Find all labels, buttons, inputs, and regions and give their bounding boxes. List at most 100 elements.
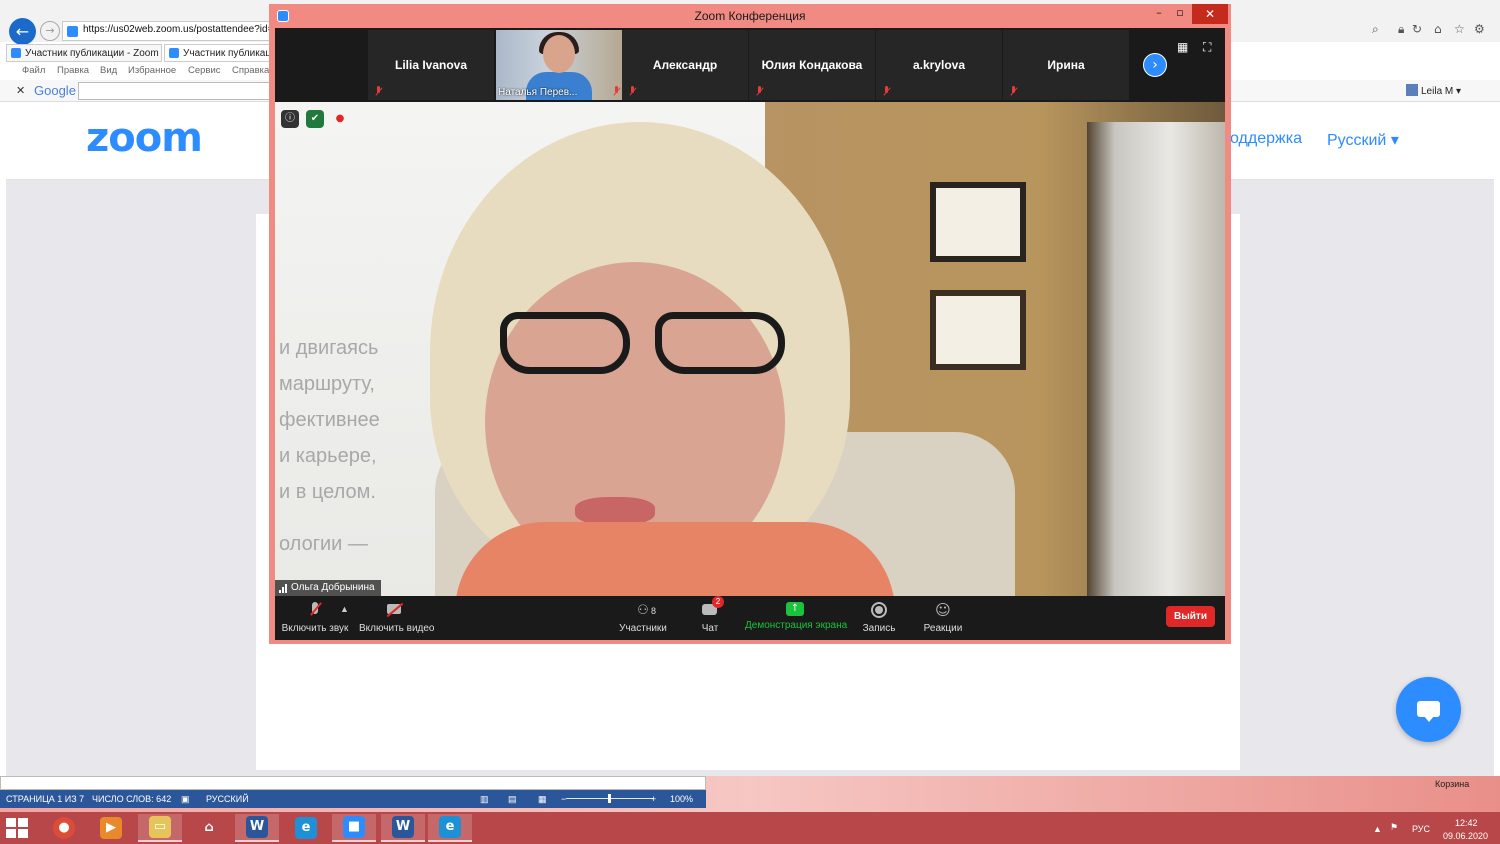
shield-icon[interactable]: ✔	[306, 110, 324, 128]
gear-icon[interactable]: ⚙	[1474, 22, 1485, 36]
muted-mic-icon	[628, 86, 637, 97]
wall-text-line: маршруту,	[279, 373, 375, 395]
user-name: Leila M	[1421, 86, 1454, 97]
zoom-logo[interactable]: zoom	[86, 115, 203, 161]
menu-edit[interactable]: Правка	[57, 65, 89, 76]
record-button[interactable]: Запись	[861, 600, 897, 638]
refresh-icon[interactable]: ↻	[1412, 22, 1422, 36]
recording-icon[interactable]: ●	[331, 110, 349, 128]
participants-count: 8	[651, 606, 657, 616]
print-layout-icon[interactable]: ▤	[508, 794, 517, 805]
participant-name: Ирина	[1047, 58, 1085, 72]
participants-button[interactable]: ⚇ 8 Участники	[617, 600, 669, 638]
language-indicator[interactable]: РУССКИЙ	[206, 794, 249, 804]
share-screen-icon: ↑	[786, 602, 804, 616]
menu-favorites[interactable]: Избранное	[128, 65, 176, 76]
word-taskbar-icon[interactable]: W	[235, 814, 279, 842]
unmute-button[interactable]: Включить звук	[281, 600, 349, 638]
menu-file[interactable]: Файл	[22, 65, 45, 76]
chrome-taskbar-icon[interactable]: ●	[42, 814, 86, 842]
search-icon[interactable]: ⌕	[1372, 22, 1379, 37]
web-layout-icon[interactable]: ▦	[538, 794, 547, 805]
windows-start-icon[interactable]	[6, 818, 30, 838]
recycle-bin-label[interactable]: Корзина	[1435, 779, 1469, 789]
home-taskbar-icon[interactable]: ⌂	[187, 814, 231, 842]
fullscreen-icon[interactable]: ⛶	[1203, 40, 1217, 54]
input-language[interactable]: РУС	[1412, 824, 1430, 834]
zoom-slider[interactable]	[566, 794, 654, 803]
participant-name: a.krylova	[912, 58, 966, 72]
next-page-arrow-icon[interactable]: ›	[1143, 53, 1167, 77]
page-count[interactable]: СТРАНИЦА 1 ИЗ 7	[6, 794, 84, 804]
taskbar: ● ▶ ▭ ⌂ W e ■ W e ▲ ⚑ РУС 12:42 09.06.20…	[0, 812, 1500, 844]
participant-video-tile[interactable]: Наталья Перев...	[496, 30, 622, 100]
participant-tile[interactable]: Lilia Ivanova	[368, 30, 494, 100]
participant-tile[interactable]: Юлия Кондакова	[749, 30, 875, 100]
participant-tile[interactable]: Ирина	[1003, 30, 1129, 100]
zoom-taskbar-icon[interactable]: ■	[332, 814, 376, 842]
window-titlebar[interactable]: Zoom Конференция – ▫ ✕	[269, 4, 1231, 28]
ie-taskbar-icon-2[interactable]: e	[428, 814, 472, 842]
user-menu[interactable]: Leila M ▾	[1406, 84, 1461, 97]
share-screen-button[interactable]: ↑ Демонстрация экрана	[745, 600, 847, 638]
speaker-name: Ольга Добрынина	[291, 582, 375, 593]
reactions-label: Реакции	[923, 623, 963, 634]
tray-expand-icon[interactable]: ▲	[1373, 824, 1382, 834]
favorites-star-icon[interactable]: ☆	[1454, 22, 1465, 36]
avatar	[1406, 84, 1418, 96]
chat-bubble-icon	[1417, 701, 1440, 717]
audio-options-caret-icon[interactable]: ▲	[340, 604, 349, 614]
address-bar[interactable]: https://us02web.zoom.us/postattendee?id=…	[62, 21, 272, 41]
video-speaker-mouth	[575, 497, 655, 525]
chat-button[interactable]: 2 Чат	[695, 596, 725, 638]
lock-icon: 🔒︎	[1398, 22, 1405, 36]
media-player-taskbar-icon[interactable]: ▶	[89, 814, 133, 842]
participant-name: Юлия Кондакова	[761, 58, 863, 72]
participant-tile[interactable]: a.krylova	[876, 30, 1002, 100]
google-search-input[interactable]	[78, 82, 270, 100]
word-count[interactable]: ЧИСЛО СЛОВ: 642	[92, 794, 171, 804]
maximize-button[interactable]: ▫	[1168, 4, 1192, 24]
word-taskbar-icon-2[interactable]: W	[381, 814, 425, 842]
back-button[interactable]: ←	[9, 18, 36, 45]
participant-tile[interactable]: Александр	[622, 30, 748, 100]
proofing-icon[interactable]: ▣	[181, 794, 190, 805]
leave-meeting-button[interactable]: Выйти	[1166, 606, 1215, 627]
video-certificate-frame	[930, 182, 1026, 262]
close-window-button[interactable]: ✕	[1192, 4, 1228, 24]
zoom-level[interactable]: 100%	[670, 794, 693, 804]
tab-zoom-2[interactable]: Участник публикации	[164, 44, 272, 62]
clock-time[interactable]: 12:42	[1455, 818, 1478, 828]
tab-label: Участник публикации - Zoom	[25, 48, 159, 59]
wall-text-line: и двигаясь	[279, 337, 379, 359]
ie-taskbar-icon[interactable]: e	[284, 814, 328, 842]
zoom-in-icon[interactable]: +	[651, 794, 656, 804]
active-speaker-video[interactable]: и двигаясь маршруту, фективнее и карьере…	[275, 102, 1225, 596]
reactions-button[interactable]: ☺ Реакции	[921, 600, 965, 638]
info-icon[interactable]: ⓘ	[281, 110, 299, 128]
menu-help[interactable]: Справка	[232, 65, 269, 76]
wall-text-line: и в целом.	[279, 481, 376, 503]
forward-button[interactable]: →	[40, 21, 60, 41]
menu-view[interactable]: Вид	[100, 65, 117, 76]
menu-tools[interactable]: Сервис	[188, 65, 221, 76]
close-icon[interactable]: ✕	[16, 84, 25, 97]
read-mode-icon[interactable]: ▥	[480, 794, 489, 805]
zoom-out-icon[interactable]: −	[561, 794, 566, 804]
tab-zoom-1[interactable]: Участник публикации - Zoom	[6, 44, 162, 62]
flag-icon[interactable]: ⚑	[1390, 822, 1398, 833]
video-speaker-glasses	[480, 312, 790, 382]
clock-date[interactable]: 09.06.2020	[1443, 831, 1488, 841]
language-selector[interactable]: Русский ▾	[1327, 130, 1399, 150]
word-status-bar: СТРАНИЦА 1 ИЗ 7 ЧИСЛО СЛОВ: 642 ▣ РУССКИ…	[0, 790, 706, 808]
start-video-button[interactable]: Включить видео	[359, 600, 435, 638]
file-explorer-taskbar-icon[interactable]: ▭	[138, 814, 182, 842]
gallery-view-icon[interactable]: ▦	[1177, 40, 1191, 54]
zoom-slider-knob[interactable]	[608, 794, 611, 803]
support-link[interactable]: оддержка	[1230, 130, 1302, 148]
home-icon[interactable]: ⌂	[1434, 22, 1442, 36]
signal-strength-icon	[279, 584, 288, 593]
muted-mic-icon	[882, 86, 891, 97]
participants-label: Участники	[619, 623, 667, 634]
chat-button[interactable]	[1396, 677, 1461, 742]
